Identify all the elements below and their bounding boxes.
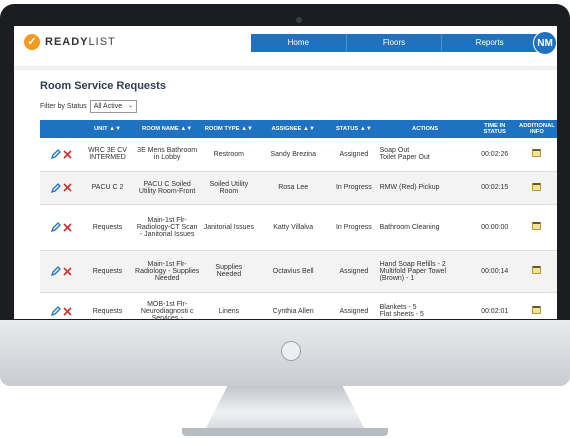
cell-actions: Soap Out Toilet Paper Out <box>377 138 473 172</box>
red-x-icon[interactable] <box>63 183 72 192</box>
table-row: Requests MOB-1st Flr-Neurodiagnosti c Se… <box>40 292 557 319</box>
checkmark-logo-icon: ✓ <box>24 34 40 50</box>
filter-value: All Active <box>93 103 123 110</box>
red-x-icon[interactable] <box>63 222 72 232</box>
header-time-in-status: TIME IN STATUS <box>472 120 517 138</box>
header-divider <box>14 66 557 70</box>
cell-assignee: Cynthia Allen <box>256 292 331 319</box>
cell-status: Assigned <box>330 138 378 172</box>
cell-assignee: Sandy Brezina <box>256 138 331 172</box>
cell-assignee: Katty Villalva <box>256 204 331 251</box>
cell-unit: PACU C 2 <box>82 171 133 205</box>
table-row: Requests Main-1st Flr-Radiology-CT Scan … <box>40 204 557 251</box>
cell-unit: Requests <box>82 250 133 293</box>
note-icon[interactable] <box>532 222 542 230</box>
header-actions: ACTIONS <box>377 120 473 138</box>
cell-room-type: Linens <box>201 292 257 319</box>
red-x-icon[interactable] <box>63 266 72 276</box>
app-screen: ✓ READYLIST Home Floors Reports NM Room … <box>14 26 557 319</box>
pencil-icon[interactable] <box>50 148 62 160</box>
table-header-row: UNIT ▲▼ ROOM NAME ▲▼ ROOM TYPE ▲▼ ASSIGN… <box>40 120 557 138</box>
cell-room-name: PACU C Soiled Utility Room-Front <box>132 171 202 205</box>
note-icon[interactable] <box>532 182 542 191</box>
cell-status: In Progress <box>330 171 378 205</box>
red-x-icon[interactable] <box>63 306 72 316</box>
nav-reports[interactable]: Reports <box>442 34 537 52</box>
table-row: Requests Main-1st Flr-Radiology - Suppli… <box>40 250 557 293</box>
status-filter: Filter by Status All Active ⌄ <box>40 100 138 113</box>
cell-time: 00:02:15 <box>472 171 517 205</box>
requests-table: UNIT ▲▼ ROOM NAME ▲▼ ROOM TYPE ▲▼ ASSIGN… <box>40 120 557 319</box>
cell-room-type: Restroom <box>201 138 257 172</box>
chevron-down-icon: ⌄ <box>128 103 134 109</box>
header-additional-info: ADDITIONAL INFO <box>516 120 557 138</box>
pencil-icon[interactable] <box>50 265 62 277</box>
cell-status: Assigned <box>330 250 378 293</box>
cell-status: In Progress <box>330 204 378 251</box>
note-icon[interactable] <box>532 266 542 274</box>
monitor-bezel: ✓ READYLIST Home Floors Reports NM Room … <box>0 4 570 320</box>
cell-assignee: Octavius Bell <box>256 250 331 293</box>
cell-unit: Requests <box>82 292 133 319</box>
cell-actions: Bathroom Cleaning <box>377 204 473 251</box>
sort-icon: ▲▼ <box>359 126 372 132</box>
status-filter-select[interactable]: All Active ⌄ <box>89 100 138 113</box>
table-row: WRC 3E CV INTERMED 3E Mens Bathroom in L… <box>40 138 557 172</box>
header-room-name[interactable]: ROOM NAME ▲▼ <box>132 120 202 138</box>
readylist-logo[interactable]: ✓ READYLIST <box>24 34 116 50</box>
note-icon[interactable] <box>532 306 542 314</box>
cell-actions: Hand Soap Refills - 2 Multifold Paper Tow… <box>377 250 473 293</box>
monitor-stand <box>205 386 365 430</box>
nav-floors[interactable]: Floors <box>347 34 443 52</box>
cell-time: 00:00:14 <box>472 250 517 293</box>
sort-icon: ▲▼ <box>180 126 193 132</box>
header-unit[interactable]: UNIT ▲▼ <box>82 120 133 138</box>
header-status[interactable]: STATUS ▲▼ <box>330 120 378 138</box>
top-nav: Home Floors Reports <box>251 34 537 52</box>
cell-unit: WRC 3E CV INTERMED <box>82 138 133 172</box>
brand-name-bold: READY <box>45 36 89 48</box>
note-icon[interactable] <box>532 149 542 158</box>
cell-time: 00:00:00 <box>472 204 517 251</box>
red-x-icon[interactable] <box>63 150 72 159</box>
cell-actions: Blankets - 5 Flat sheets - 5 <box>377 292 473 319</box>
pencil-icon[interactable] <box>50 305 62 317</box>
nav-home[interactable]: Home <box>251 34 347 52</box>
cell-room-name: Main-1st Flr-Radiology-CT Scan - Janitor… <box>132 204 202 251</box>
camera-dot <box>296 17 302 23</box>
cell-unit: Requests <box>82 204 133 251</box>
cell-room-name: MOB-1st Flr-Neurodiagnosti c Services - <box>132 292 202 319</box>
cell-time: 00:02:01 <box>472 292 517 319</box>
pencil-icon[interactable] <box>50 221 62 233</box>
cell-room-type: Janitorial Issues <box>201 204 257 251</box>
cell-room-name: Main-1st Flr-Radiology - Supplies Needed <box>132 250 202 293</box>
power-button-icon <box>281 341 301 361</box>
cell-assignee: Rosa Lee <box>256 171 331 205</box>
cell-room-type: Soiled Utility Room <box>201 171 257 205</box>
user-avatar[interactable]: NM <box>533 31 557 55</box>
page-title: Room Service Requests <box>40 80 166 92</box>
filter-label: Filter by Status <box>40 103 87 110</box>
monitor-base <box>182 428 388 436</box>
header-edit <box>40 120 83 138</box>
sort-icon: ▲▼ <box>303 126 315 132</box>
table-row: PACU C 2 PACU C Soiled Utility Room-Fron… <box>40 171 557 205</box>
cell-status: Assigned <box>330 292 378 319</box>
brand-name-light: LIST <box>88 36 116 48</box>
cell-room-type: Supplies Needed <box>201 250 257 293</box>
header-room-type[interactable]: ROOM TYPE ▲▼ <box>201 120 257 138</box>
cell-room-name: 3E Mens Bathroom in Lobby <box>132 138 202 172</box>
header-assignee[interactable]: ASSIGNEE ▲▼ <box>256 120 331 138</box>
sort-icon: ▲▼ <box>109 126 122 132</box>
cell-time: 00:02:26 <box>472 138 517 172</box>
cell-actions: RMW (Red) Pickup <box>377 171 473 205</box>
sort-icon: ▲▼ <box>241 126 253 132</box>
pencil-icon[interactable] <box>50 182 62 194</box>
